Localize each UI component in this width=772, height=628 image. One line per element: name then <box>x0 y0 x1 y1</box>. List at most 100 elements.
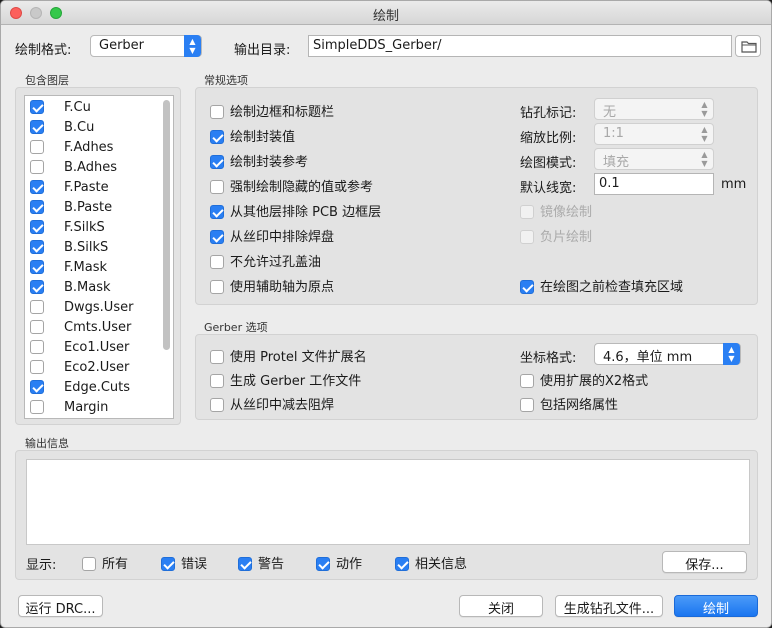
layer-item[interactable]: B.Cu <box>30 119 94 140</box>
select-arrows-icon: ▲ ▼ <box>701 125 708 143</box>
checkbox-label: 错误 <box>181 557 208 572</box>
layer-label: B.Adhes <box>64 160 117 175</box>
layer-item[interactable]: Dwgs.User <box>30 299 133 320</box>
layer-item[interactable]: F.Cu <box>30 99 91 120</box>
select-arrows-icon: ▲ ▼ <box>723 343 740 365</box>
general-option-checkbox[interactable]: 绘制封装参考 <box>210 151 309 170</box>
output-filter-checkbox[interactable]: 警告 <box>238 553 284 572</box>
plot-mode-select[interactable]: 填充 ▲ ▼ <box>594 148 714 170</box>
layer-label: F.SilkS <box>64 220 105 235</box>
layer-checkbox[interactable] <box>30 299 44 314</box>
layer-checkbox[interactable] <box>30 219 44 234</box>
layer-item[interactable]: F.SilkS <box>30 219 105 240</box>
layer-checkbox[interactable] <box>30 139 44 154</box>
layer-checkbox[interactable] <box>30 119 44 134</box>
generate-drill-files-button[interactable]: 生成钻孔文件... <box>555 595 663 617</box>
drill-mark-select[interactable]: 无 ▲ ▼ <box>594 98 714 120</box>
layer-label: Eco2.User <box>64 360 130 375</box>
layer-item[interactable]: Eco1.User <box>30 339 129 360</box>
layer-item[interactable]: B.SilkS <box>30 239 108 260</box>
output-dir-input[interactable]: SimpleDDS_Gerber/ <box>308 35 732 57</box>
output-filter-checkbox[interactable]: 所有 <box>82 553 128 572</box>
layer-item[interactable]: F.Adhes <box>30 139 113 160</box>
checkbox-box <box>210 373 224 388</box>
show-filter-label: 显示: <box>26 558 57 573</box>
coord-format-label: 坐标格式: <box>520 351 577 366</box>
checkbox-label: 强制绘制隐藏的值或参考 <box>230 180 374 195</box>
output-messages-area[interactable] <box>26 459 750 545</box>
checkbox-label: 使用扩展的X2格式 <box>540 374 649 389</box>
layer-checkbox[interactable] <box>30 279 44 294</box>
plot-mode-value: 填充 <box>603 155 630 170</box>
checkbox-box <box>395 556 409 571</box>
layer-item[interactable]: B.Paste <box>30 199 112 220</box>
gerber-option-checkbox[interactable]: 包括网络属性 <box>520 394 619 413</box>
layer-list[interactable]: F.Cu B.Cu F.Adhes B.Adhes F.Paste B.Paste F.Si… <box>24 95 174 419</box>
layer-item[interactable]: F.Mask <box>30 259 108 280</box>
save-output-button[interactable]: 保存... <box>662 551 747 573</box>
line-width-input[interactable]: 0.1 <box>594 173 714 195</box>
general-option-checkbox[interactable]: 绘制边框和标题栏 <box>210 101 334 120</box>
checkbox-box <box>210 279 224 294</box>
checkbox-label: 绘制封装参考 <box>230 155 309 170</box>
checkbox-box <box>210 129 224 144</box>
checkbox-box <box>238 556 252 571</box>
layer-checkbox[interactable] <box>30 359 44 374</box>
checkbox-label: 生成 Gerber 工作文件 <box>230 374 362 389</box>
layer-checkbox[interactable] <box>30 379 44 394</box>
layer-checkbox[interactable] <box>30 159 44 174</box>
layer-item[interactable]: B.Mask <box>30 279 111 300</box>
layer-label: F.Mask <box>64 260 108 275</box>
layer-label: Margin <box>64 400 109 415</box>
check-zone-fill-checkbox[interactable]: 在绘图之前检查填充区域 <box>520 276 683 295</box>
gerber-option-checkbox[interactable]: 使用 Protel 文件扩展名 <box>210 346 367 365</box>
layer-checkbox[interactable] <box>30 319 44 334</box>
layer-item[interactable]: Cmts.User <box>30 319 131 340</box>
layer-checkbox[interactable] <box>30 259 44 274</box>
title-bar[interactable]: 绘制 <box>1 1 771 25</box>
plot-format-label: 绘制格式: <box>15 43 72 58</box>
layer-checkbox[interactable] <box>30 339 44 354</box>
run-drc-button[interactable]: 运行 DRC... <box>18 595 103 617</box>
plot-button[interactable]: 绘制 <box>674 595 758 617</box>
mirror-plot-checkbox[interactable]: 镜像绘制 <box>520 201 593 220</box>
general-option-checkbox[interactable]: 使用辅助轴为原点 <box>210 276 334 295</box>
layer-item[interactable]: B.Adhes <box>30 159 117 180</box>
coord-format-select[interactable]: 4.6，单位 mm ▲ ▼ <box>594 343 741 365</box>
output-filter-checkbox[interactable]: 动作 <box>316 553 363 572</box>
layer-checkbox[interactable] <box>30 399 44 414</box>
output-group-title: 输出信息 <box>25 437 69 450</box>
general-option-checkbox[interactable]: 从其他层排除 PCB 边框层 <box>210 201 381 220</box>
plot-format-select[interactable]: Gerber ▲ ▼ <box>90 35 202 57</box>
layer-checkbox[interactable] <box>30 199 44 214</box>
folder-icon <box>741 41 757 53</box>
browse-folder-button[interactable] <box>735 35 761 57</box>
general-option-checkbox[interactable]: 绘制封装值 <box>210 126 295 145</box>
checkbox-label: 动作 <box>336 557 363 572</box>
layer-item[interactable]: F.Paste <box>30 179 109 200</box>
general-option-checkbox[interactable]: 强制绘制隐藏的值或参考 <box>210 176 374 195</box>
layer-item[interactable]: Margin <box>30 399 109 418</box>
layer-item[interactable]: Eco2.User <box>30 359 130 380</box>
gerber-option-checkbox[interactable]: 使用扩展的X2格式 <box>520 370 649 389</box>
layer-checkbox[interactable] <box>30 239 44 254</box>
checkbox-box <box>210 349 224 364</box>
general-option-checkbox[interactable]: 从丝印中排除焊盘 <box>210 226 334 245</box>
output-filter-checkbox[interactable]: 相关信息 <box>395 553 468 572</box>
layer-checkbox[interactable] <box>30 99 44 114</box>
checkbox-label: 包括网络属性 <box>540 398 619 413</box>
layer-list-scrollbar[interactable] <box>163 100 170 350</box>
gerber-option-checkbox[interactable]: 生成 Gerber 工作文件 <box>210 370 362 389</box>
negative-plot-checkbox[interactable]: 负片绘制 <box>520 226 593 245</box>
checkbox-label: 相关信息 <box>415 557 468 572</box>
checkbox-box <box>82 556 96 571</box>
output-filter-checkbox[interactable]: 错误 <box>161 553 208 572</box>
scale-select[interactable]: 1:1 ▲ ▼ <box>594 123 714 145</box>
general-option-checkbox[interactable]: 不允许过孔盖油 <box>210 251 321 270</box>
layer-item[interactable]: Edge.Cuts <box>30 379 130 400</box>
close-button[interactable]: 关闭 <box>459 595 543 617</box>
gerber-option-checkbox[interactable]: 从丝印中减去阻焊 <box>210 394 334 413</box>
checkbox-label: 负片绘制 <box>540 230 593 245</box>
layer-checkbox[interactable] <box>30 179 44 194</box>
checkbox-label: 镜像绘制 <box>540 205 593 220</box>
